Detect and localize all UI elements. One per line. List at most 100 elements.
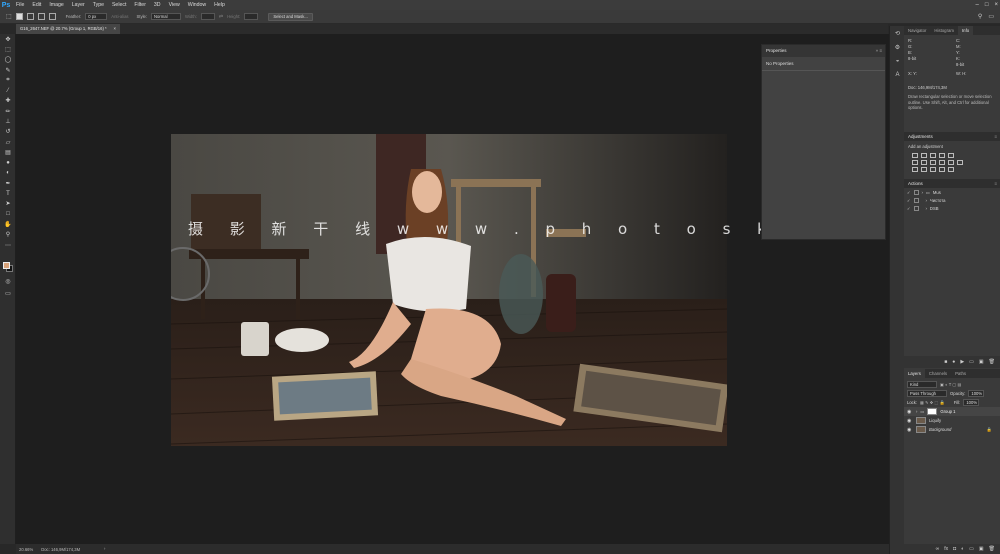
- new-layer-icon[interactable]: ▣: [979, 546, 984, 552]
- quick-select-tool-icon[interactable]: ✎: [0, 65, 16, 75]
- history-brush-icon[interactable]: ↺: [0, 127, 16, 137]
- pen-tool-icon[interactable]: ✒: [0, 178, 16, 188]
- marquee-tool-preset-icon[interactable]: ⬚: [6, 13, 12, 20]
- move-tool-icon[interactable]: ✥: [0, 34, 16, 44]
- action-chistota[interactable]: ✓ › Чистота: [904, 196, 1000, 204]
- zoom-tool-icon[interactable]: ⚲: [0, 230, 16, 240]
- action-dsb[interactable]: ✓ › DSB: [904, 204, 1000, 212]
- panel-collapse-icon[interactable]: » ≡: [876, 48, 882, 53]
- dialog-toggle[interactable]: [913, 189, 919, 195]
- eraser-tool-icon[interactable]: ▱: [0, 137, 16, 147]
- menu-window[interactable]: Window: [184, 0, 210, 10]
- threshold-icon[interactable]: [930, 167, 936, 172]
- check-icon[interactable]: ✓: [907, 190, 911, 195]
- check-icon[interactable]: ✓: [907, 206, 911, 211]
- adjustment-layer-icon[interactable]: ◐: [961, 546, 964, 552]
- filter-icons[interactable]: ▣ ◐ T ▢ ▤: [940, 382, 961, 387]
- more-tools-icon[interactable]: ⋯: [0, 240, 16, 250]
- actions-menu-icon[interactable]: ≡: [994, 179, 997, 188]
- maximize-icon[interactable]: □: [985, 2, 989, 8]
- blur-tool-icon[interactable]: ●: [0, 158, 16, 168]
- properties-icon[interactable]: ⚙: [890, 40, 905, 54]
- quick-mask-icon[interactable]: ◎: [0, 276, 16, 286]
- expand-icon[interactable]: ›: [922, 190, 923, 195]
- menu-edit[interactable]: Edit: [28, 0, 45, 10]
- menu-view[interactable]: View: [165, 0, 184, 10]
- color-balance-icon[interactable]: [930, 160, 936, 165]
- feather-input[interactable]: 0 px: [85, 13, 108, 20]
- expand-icon[interactable]: ›: [926, 206, 927, 211]
- type-tool-icon[interactable]: T: [0, 188, 16, 198]
- marquee-tool-icon[interactable]: ⬚: [0, 44, 16, 54]
- lasso-tool-icon[interactable]: ◯: [0, 55, 16, 65]
- width-input[interactable]: [200, 13, 215, 20]
- document-tab[interactable]: G16_2647.NEF @ 20.7% (Group 1, RGB/16) *…: [16, 24, 120, 34]
- search-icon[interactable]: ⚲: [978, 13, 982, 20]
- menu-image[interactable]: Image: [45, 0, 67, 10]
- record-icon[interactable]: ●: [952, 359, 955, 365]
- lock-icons[interactable]: ▦ ✎ ✥ ⬚ 🔒: [920, 400, 945, 406]
- new-selection-icon[interactable]: [15, 13, 23, 20]
- gradient-map-icon[interactable]: [948, 153, 954, 158]
- history-icon[interactable]: ⟲: [890, 26, 905, 40]
- crop-tool-icon[interactable]: ⌗: [0, 75, 16, 85]
- menu-select[interactable]: Select: [108, 0, 130, 10]
- eyedropper-tool-icon[interactable]: ⁄: [0, 85, 16, 95]
- blend-mode-select[interactable]: Pass Through: [907, 390, 947, 397]
- new-action-icon[interactable]: ▣: [979, 359, 984, 365]
- foreground-color-swatch[interactable]: [3, 262, 10, 269]
- check-icon[interactable]: ✓: [907, 198, 911, 203]
- dialog-toggle[interactable]: [913, 205, 919, 211]
- levels-icon[interactable]: [921, 153, 927, 158]
- minimize-icon[interactable]: –: [976, 2, 979, 8]
- hand-tool-icon[interactable]: ✋: [0, 219, 16, 229]
- screen-mode-icon[interactable]: ▭: [0, 288, 16, 298]
- visibility-eye-icon[interactable]: ◉: [907, 427, 913, 433]
- stop-icon[interactable]: ■: [944, 359, 947, 365]
- new-group-icon[interactable]: ▭: [969, 546, 974, 552]
- exposure-icon[interactable]: [939, 153, 945, 158]
- menu-filter[interactable]: Filter: [130, 0, 150, 10]
- brightness-icon[interactable]: [912, 153, 918, 158]
- visibility-eye-icon[interactable]: ◉: [907, 418, 913, 424]
- fx-icon[interactable]: fx: [944, 546, 948, 552]
- layer-background[interactable]: ◉ Background 🔒: [904, 425, 1000, 434]
- select-and-mask-button[interactable]: Select and Mask...: [268, 12, 313, 21]
- style-select[interactable]: Normal: [151, 13, 181, 20]
- play-icon[interactable]: ▶: [960, 359, 964, 365]
- brush-tool-icon[interactable]: ✏: [0, 106, 16, 116]
- menu-type[interactable]: Type: [89, 0, 108, 10]
- document-photo[interactable]: [171, 134, 727, 446]
- channel-mixer-icon[interactable]: [957, 160, 963, 165]
- selective-color-icon[interactable]: [939, 167, 945, 172]
- vibrance-icon[interactable]: [912, 160, 918, 165]
- adjustments-header[interactable]: Adjustments ≡: [904, 132, 1000, 141]
- height-input[interactable]: [244, 13, 259, 20]
- menu-3d[interactable]: 3D: [150, 0, 165, 10]
- visibility-eye-icon[interactable]: ◉: [907, 409, 913, 415]
- hue-saturation-icon[interactable]: [921, 160, 927, 165]
- tab-navigator[interactable]: Navigator: [904, 26, 930, 35]
- layer-liquify[interactable]: ◉ Liquify: [904, 416, 1000, 425]
- actions-header[interactable]: Actions ≡: [904, 179, 1000, 188]
- action-set-mus[interactable]: ✓ › ▭ Mus: [904, 188, 1000, 196]
- menu-layer[interactable]: Layer: [68, 0, 89, 10]
- close-tab-icon[interactable]: ×: [114, 24, 116, 34]
- tab-channels[interactable]: Channels: [925, 369, 951, 378]
- antialias-checkbox[interactable]: Anti-alias: [111, 14, 128, 19]
- close-window-icon[interactable]: ×: [994, 2, 998, 8]
- swap-icon[interactable]: ⇄: [219, 14, 223, 20]
- new-set-icon[interactable]: ▭: [969, 359, 974, 365]
- layer-group-1[interactable]: ◉ › ▭ Group 1: [904, 407, 1000, 416]
- invert-icon[interactable]: [912, 167, 918, 172]
- clone-stamp-icon[interactable]: ⊥: [0, 116, 16, 126]
- zoom-level[interactable]: 20.66%: [19, 547, 33, 552]
- add-selection-icon[interactable]: [26, 13, 34, 20]
- photo-filter-icon[interactable]: [948, 160, 954, 165]
- path-select-icon[interactable]: ➤: [0, 199, 16, 209]
- trash-icon[interactable]: 🗑: [989, 359, 995, 365]
- healing-brush-icon[interactable]: ✚: [0, 96, 16, 106]
- workspace-icon[interactable]: ▭: [988, 13, 994, 20]
- tab-histogram[interactable]: Histogram: [930, 26, 958, 35]
- fill-input[interactable]: 100%: [963, 399, 980, 406]
